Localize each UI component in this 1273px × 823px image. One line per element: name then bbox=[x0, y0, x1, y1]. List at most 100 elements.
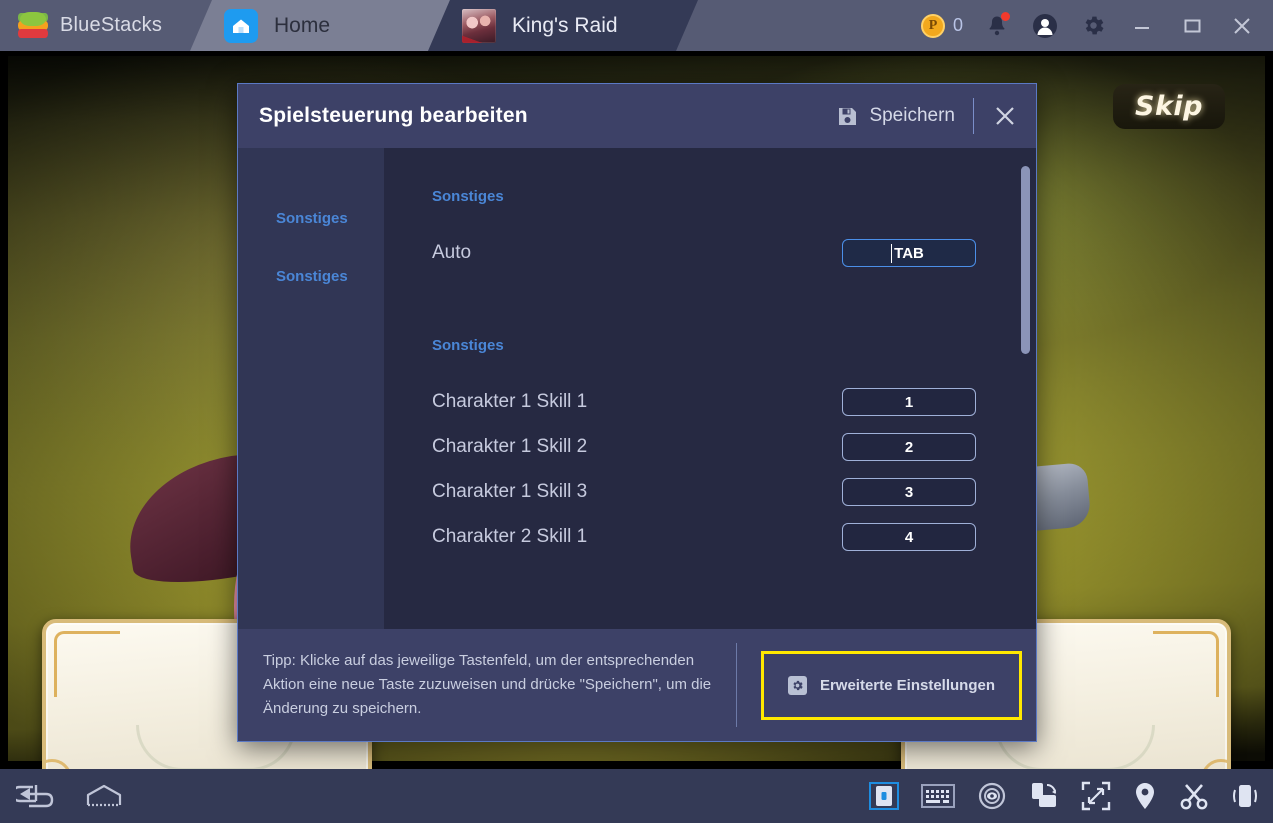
control-label: Charakter 2 Skill 1 bbox=[432, 526, 588, 547]
shake-button[interactable] bbox=[1231, 781, 1259, 811]
dialog-header: Spielsteuerung bearbeiten Speichern bbox=[238, 84, 1036, 148]
group-title-1: Sonstiges bbox=[432, 188, 504, 205]
key-binding-field-c1s3[interactable]: 3 bbox=[842, 478, 976, 506]
group-title-2: Sonstiges bbox=[432, 337, 504, 354]
tab-kings-raid[interactable]: King's Raid bbox=[428, 0, 698, 51]
keyboard-button[interactable] bbox=[921, 782, 955, 810]
key-binding-value: 1 bbox=[904, 393, 914, 411]
dialog-body: Sonstiges Sonstiges Sonstiges Auto TAB S… bbox=[238, 148, 1036, 629]
brand-label: BlueStacks bbox=[60, 14, 163, 36]
fullscreen-icon bbox=[1081, 781, 1111, 811]
advanced-settings-button[interactable]: Erweiterte Einstellungen bbox=[764, 654, 1019, 717]
control-label: Charakter 1 Skill 1 bbox=[432, 391, 588, 412]
dialog-sidebar: Sonstiges Sonstiges bbox=[238, 148, 384, 629]
key-binding-field-c1s2[interactable]: 2 bbox=[842, 433, 976, 461]
location-pin-icon bbox=[1136, 783, 1154, 809]
footer-divider bbox=[735, 643, 737, 727]
back-button[interactable] bbox=[16, 781, 54, 811]
key-binding-value: TAB bbox=[894, 244, 924, 262]
screenshot-button[interactable] bbox=[1179, 781, 1209, 811]
points-indicator[interactable]: P 0 bbox=[920, 13, 963, 38]
bluestacks-window: BlueStacks Home King's Raid P 0 Skip Spi… bbox=[0, 0, 1273, 823]
title-bar: BlueStacks Home King's Raid P 0 bbox=[0, 0, 1273, 51]
rotate-screen-icon bbox=[1032, 783, 1056, 807]
bottom-toolbar bbox=[0, 769, 1273, 823]
minimize-icon bbox=[1135, 26, 1149, 29]
ornament-corner-icon bbox=[54, 631, 120, 697]
gear-square-icon bbox=[787, 675, 807, 695]
maximize-icon bbox=[1184, 19, 1201, 32]
control-row: Charakter 1 Skill 3 3 bbox=[432, 470, 1036, 514]
key-binding-value: 3 bbox=[904, 483, 914, 501]
scissors-icon bbox=[1180, 784, 1208, 810]
save-button[interactable]: Speichern bbox=[837, 105, 973, 127]
brand: BlueStacks bbox=[0, 0, 200, 51]
ornament-circle-icon bbox=[1201, 759, 1227, 769]
key-binding-value: 4 bbox=[904, 528, 914, 546]
tip-text: Tipp: Klicke auf das jeweilige Tastenfel… bbox=[263, 651, 712, 718]
notifications-button[interactable] bbox=[973, 0, 1021, 51]
control-label: Auto bbox=[432, 242, 472, 263]
close-window-button[interactable] bbox=[1217, 0, 1267, 51]
back-arrow-icon bbox=[16, 785, 54, 808]
tab-strip: Home King's Raid bbox=[190, 0, 698, 51]
eye-icon bbox=[978, 782, 1006, 810]
gear-icon bbox=[1085, 16, 1103, 35]
home-outline-icon bbox=[86, 784, 122, 807]
keyboard-icon bbox=[921, 784, 955, 808]
edit-game-controls-dialog: Spielsteuerung bearbeiten Speichern Sons… bbox=[237, 83, 1037, 742]
key-binding-field-c2s1[interactable]: 4 bbox=[842, 523, 976, 551]
user-avatar-icon bbox=[1033, 13, 1057, 38]
controls-scroll-content: Sonstiges Auto TAB Sonstiges Charakter 1… bbox=[432, 148, 1036, 559]
bottom-toolbar-left bbox=[0, 781, 124, 811]
home-button[interactable] bbox=[84, 781, 124, 811]
text-caret bbox=[891, 244, 892, 263]
game-controls-button[interactable] bbox=[869, 781, 899, 811]
close-icon bbox=[1234, 17, 1250, 34]
control-label: Charakter 1 Skill 3 bbox=[432, 481, 588, 502]
save-label: Speichern bbox=[869, 105, 955, 126]
floppy-disk-save-icon bbox=[839, 107, 857, 125]
control-row: Auto TAB bbox=[432, 231, 1036, 275]
sidebar-item-sonstiges-1[interactable]: Sonstiges bbox=[238, 200, 384, 237]
control-label: Charakter 1 Skill 2 bbox=[432, 436, 588, 457]
bluestacks-logo-icon bbox=[18, 11, 48, 39]
game-controls-icon bbox=[869, 782, 899, 810]
key-binding-value: 2 bbox=[904, 438, 914, 456]
bottom-toolbar-right bbox=[869, 781, 1273, 811]
advanced-settings-label: Erweiterte Einstellungen bbox=[819, 676, 995, 694]
sidebar-item-sonstiges-2[interactable]: Sonstiges bbox=[238, 258, 384, 295]
tab-home-label: Home bbox=[274, 13, 331, 37]
tab-home[interactable]: Home bbox=[190, 0, 450, 51]
close-icon bbox=[996, 107, 1014, 125]
eye-button[interactable] bbox=[977, 781, 1007, 811]
key-binding-field-auto[interactable]: TAB bbox=[842, 239, 976, 267]
fullscreen-button[interactable] bbox=[1081, 781, 1111, 811]
controls-list-panel: Sonstiges Auto TAB Sonstiges Charakter 1… bbox=[384, 148, 1036, 629]
ornament-corner-icon bbox=[1153, 631, 1219, 697]
advanced-settings-highlight: Erweiterte Einstellungen bbox=[760, 650, 1022, 720]
points-coin-icon: P bbox=[920, 13, 945, 38]
account-button[interactable] bbox=[1021, 0, 1069, 51]
rotate-screen-button[interactable] bbox=[1029, 781, 1059, 811]
points-value: 0 bbox=[952, 15, 963, 35]
home-icon bbox=[224, 9, 258, 43]
dialog-close-button[interactable] bbox=[974, 84, 1036, 148]
dialog-footer: Tipp: Klicke auf das jeweilige Tastenfel… bbox=[238, 629, 1036, 741]
game-thumbnail-icon bbox=[462, 9, 496, 43]
dialog-title: Spielsteuerung bearbeiten bbox=[259, 104, 528, 127]
scrollbar-thumb[interactable] bbox=[1021, 166, 1030, 354]
minimize-button[interactable] bbox=[1117, 0, 1167, 51]
titlebar-actions: P 0 bbox=[920, 0, 1273, 51]
controls-scrollbar[interactable] bbox=[1021, 166, 1030, 566]
ornament-circle-icon bbox=[46, 759, 72, 769]
shake-phone-icon bbox=[1233, 785, 1257, 807]
control-row: Charakter 1 Skill 2 2 bbox=[432, 425, 1036, 469]
location-button[interactable] bbox=[1133, 781, 1157, 811]
skip-button[interactable]: Skip bbox=[1113, 84, 1225, 129]
control-row: Charakter 1 Skill 1 1 bbox=[432, 380, 1036, 424]
maximize-button[interactable] bbox=[1167, 0, 1217, 51]
key-binding-field-c1s1[interactable]: 1 bbox=[842, 388, 976, 416]
settings-button[interactable] bbox=[1069, 0, 1117, 51]
tab-kings-raid-label: King's Raid bbox=[512, 13, 618, 37]
